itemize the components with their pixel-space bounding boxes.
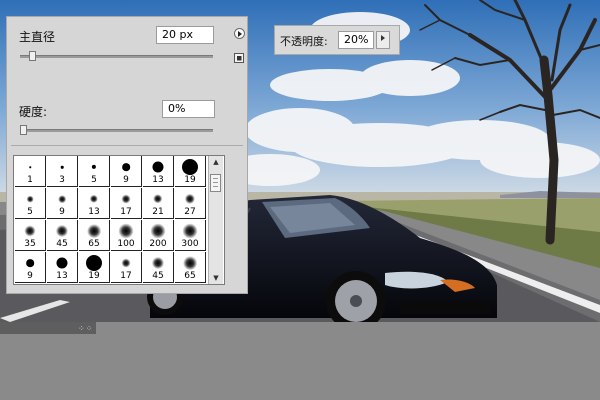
brush-preset-item[interactable]: 13 <box>143 156 174 187</box>
preset-scrollbar[interactable]: ▲ ▼ <box>208 156 223 284</box>
brush-preset-item[interactable]: 21 <box>143 188 174 219</box>
status-bar <box>0 322 600 400</box>
brush-size-label: 35 <box>24 239 36 249</box>
soft-brush-tip-icon <box>87 224 101 238</box>
master-diameter-slider-thumb[interactable] <box>29 51 37 61</box>
brush-preset-item[interactable]: 19 <box>175 156 206 187</box>
brush-size-label: 9 <box>27 271 33 281</box>
brush-size-label: 21 <box>152 207 164 217</box>
brush-preset-item[interactable]: 5 <box>15 188 46 219</box>
brush-size-label: 45 <box>56 239 68 249</box>
brush-size-label: 19 <box>88 271 100 281</box>
hardness-input[interactable]: 0% <box>162 100 215 118</box>
brush-size-label: 19 <box>184 175 196 185</box>
resize-grip-icon[interactable]: ⁘⁘ <box>78 324 93 333</box>
brush-preset-item[interactable]: 1 <box>15 156 46 187</box>
brush-preset-item[interactable]: 9 <box>111 156 142 187</box>
soft-brush-tip-icon <box>183 256 197 270</box>
brush-preset-item[interactable]: 300 <box>175 220 206 251</box>
hard-brush-tip-icon <box>91 164 97 170</box>
brush-size-label: 5 <box>27 207 33 217</box>
soft-brush-tip-icon <box>121 194 131 204</box>
brush-preset-grid: 1 3 5 9 13 19 5 9 13 17 21 27 35 45 65 100 200 300 9 13 19 17… <box>15 156 207 284</box>
scroll-down-icon[interactable]: ▼ <box>209 272 223 284</box>
brush-preset-item[interactable]: 19 <box>79 252 110 283</box>
brush-size-label: 1 <box>27 175 33 185</box>
soft-brush-tip-icon <box>24 225 36 237</box>
soft-brush-tip-icon <box>26 195 34 203</box>
soft-brush-tip-icon <box>89 194 99 204</box>
brush-preset-item[interactable]: 35 <box>15 220 46 251</box>
brush-preset-item[interactable]: 65 <box>175 252 206 283</box>
opacity-panel: 不透明度: 20% <box>274 25 400 55</box>
hardness-slider-thumb[interactable] <box>20 125 27 135</box>
brush-preset-item[interactable]: 27 <box>175 188 206 219</box>
hard-brush-tip-icon <box>29 166 31 168</box>
soft-brush-tip-icon <box>153 194 163 204</box>
brush-size-label: 65 <box>88 239 100 249</box>
flyout-menu-icon[interactable] <box>234 28 245 39</box>
brush-size-label: 17 <box>120 271 132 281</box>
brush-preset-item[interactable]: 45 <box>47 220 78 251</box>
dropdown-arrow-icon <box>381 35 385 41</box>
hard-brush-tip-icon <box>182 159 198 175</box>
brush-preset-item[interactable]: 45 <box>143 252 174 283</box>
opacity-dropdown-button[interactable] <box>376 31 390 49</box>
soft-brush-tip-icon <box>121 258 131 268</box>
opacity-input[interactable]: 20% <box>338 31 374 49</box>
soft-brush-tip-icon <box>184 193 196 205</box>
brush-preset-item[interactable]: 100 <box>111 220 142 251</box>
brush-size-label: 65 <box>184 271 196 281</box>
master-diameter-slider-track[interactable] <box>20 55 213 58</box>
brush-size-label: 5 <box>91 175 97 185</box>
soft-brush-tip-icon <box>150 223 166 239</box>
hard-brush-tip-icon <box>86 255 102 271</box>
hard-brush-tip-icon <box>60 165 64 169</box>
soft-brush-tip-icon <box>151 256 165 270</box>
brush-preset-list: 1 3 5 9 13 19 5 9 13 17 21 27 35 45 65 100 200 300 9 13 19 17… <box>13 155 225 285</box>
hard-brush-tip-icon <box>122 163 130 171</box>
brush-size-label: 300 <box>181 239 199 249</box>
hard-brush-tip-icon <box>152 161 164 173</box>
brush-size-label: 13 <box>56 271 68 281</box>
brush-preset-item[interactable]: 9 <box>15 252 46 283</box>
brush-size-label: 45 <box>152 271 164 281</box>
hard-brush-tip-icon <box>26 259 34 267</box>
opacity-label: 不透明度: <box>280 35 328 48</box>
brush-size-label: 17 <box>120 207 132 217</box>
master-diameter-input[interactable]: 20 px <box>156 26 214 44</box>
brush-size-label: 13 <box>88 207 100 217</box>
hardness-label: 硬度: <box>19 105 48 119</box>
brush-size-label: 9 <box>59 207 65 217</box>
brush-size-label: 3 <box>59 175 65 185</box>
hard-brush-tip-icon <box>56 257 68 269</box>
brush-preset-item[interactable]: 17 <box>111 252 142 283</box>
brush-size-label: 27 <box>184 207 196 217</box>
brush-size-label: 200 <box>149 239 167 249</box>
hardness-slider-track[interactable] <box>20 129 213 132</box>
scroll-up-icon[interactable]: ▲ <box>209 156 223 168</box>
soft-brush-tip-icon <box>58 195 66 203</box>
brush-preset-item[interactable]: 13 <box>79 188 110 219</box>
brush-preset-panel: 主直径 20 px 硬度: 0% 1 3 5 9 13 19 5 9 13 17 21 27 35 45 6… <box>6 16 248 294</box>
brush-preset-item[interactable]: 9 <box>47 188 78 219</box>
brush-size-label: 9 <box>123 175 129 185</box>
brush-preset-item[interactable]: 65 <box>79 220 110 251</box>
brush-preset-item[interactable]: 5 <box>79 156 110 187</box>
soft-brush-tip-icon <box>55 224 69 238</box>
brush-preset-item[interactable]: 3 <box>47 156 78 187</box>
scroll-thumb[interactable] <box>210 174 221 192</box>
new-preset-icon[interactable] <box>234 53 244 63</box>
brush-size-label: 100 <box>117 239 135 249</box>
brush-size-label: 13 <box>152 175 164 185</box>
brush-preset-item[interactable]: 13 <box>47 252 78 283</box>
soft-brush-tip-icon <box>182 223 198 239</box>
master-diameter-label: 主直径 <box>19 30 56 44</box>
brush-preset-item[interactable]: 17 <box>111 188 142 219</box>
brush-preset-item[interactable]: 200 <box>143 220 174 251</box>
soft-brush-tip-icon <box>118 223 134 239</box>
divider <box>11 145 243 146</box>
